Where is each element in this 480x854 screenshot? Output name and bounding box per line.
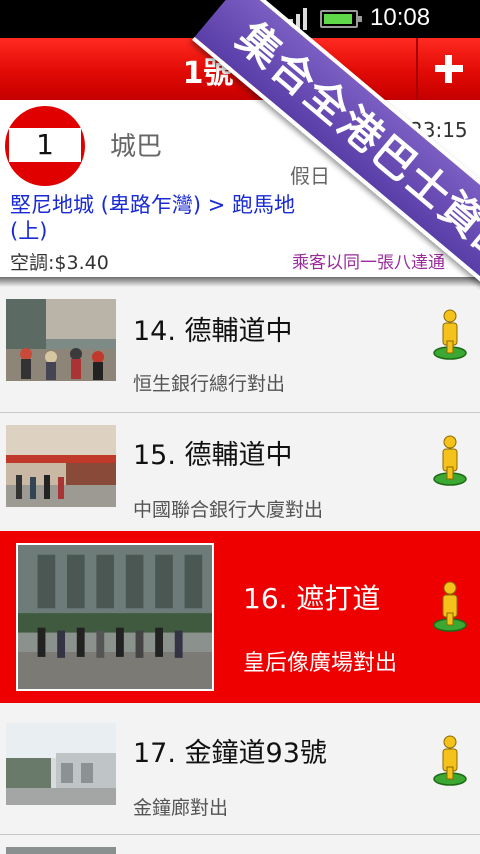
interchange-note: 乘客以同一張八達通 (292, 253, 445, 273)
stop-photo (6, 425, 116, 507)
street-view-pegman-icon[interactable] (432, 735, 468, 787)
page-title: 1號 (182, 56, 234, 91)
street-view-pegman-icon[interactable] (432, 309, 468, 361)
stop-photo (6, 847, 116, 854)
stop-row-selected[interactable]: 16. 遮打道 皇后像廣場對出 (0, 531, 480, 703)
add-button[interactable] (418, 38, 480, 100)
signal-icon (282, 8, 307, 30)
route-time: 23:15 (410, 118, 468, 142)
route-number: 1 (9, 128, 81, 162)
route-info-panel: 1 城巴 23:15 假日 堅尼地城 (卑路乍灣) > 跑馬地(上) 空調:$3… (0, 100, 480, 277)
stop-photo (6, 723, 116, 805)
stop-row[interactable]: 15. 德輔道中 中國聯合銀行大廈對出 (0, 413, 480, 539)
stop-name: 16. 遮打道 (243, 582, 381, 615)
stop-row[interactable]: 17. 金鐘道93號 金鐘廊對出 (0, 709, 480, 835)
stop-row-partial[interactable] (0, 835, 480, 854)
bus-company: 城巴 (110, 132, 163, 162)
route-number-badge: 1 (5, 106, 85, 186)
stop-description: 中國聯合銀行大廈對出 (133, 499, 324, 521)
stop-description: 皇后像廣場對出 (243, 651, 398, 676)
street-view-pegman-icon[interactable] (432, 581, 468, 633)
status-clock: 10:08 (370, 4, 431, 31)
fare: 空調:$3.40 (10, 252, 109, 274)
stop-name: 14. 德輔道中 (133, 316, 293, 347)
stop-name: 17. 金鐘道93號 (133, 738, 327, 769)
panel-shadow (0, 277, 480, 287)
day-type: 假日 (290, 164, 330, 188)
street-view-pegman-icon[interactable] (432, 435, 468, 487)
stop-photo (6, 299, 116, 381)
stop-photo (16, 543, 214, 691)
stop-name: 15. 德輔道中 (133, 440, 293, 471)
battery-icon (320, 10, 362, 28)
title-bar: 1號 (0, 38, 480, 100)
stop-description: 金鐘廊對出 (133, 797, 229, 819)
status-bar: 10:08 (0, 0, 480, 38)
stop-description: 恒生銀行總行對出 (133, 373, 286, 395)
route-name[interactable]: 堅尼地城 (卑路乍灣) > 跑馬地(上) (10, 192, 300, 244)
stop-row[interactable]: 14. 德輔道中 恒生銀行總行對出 (0, 287, 480, 413)
